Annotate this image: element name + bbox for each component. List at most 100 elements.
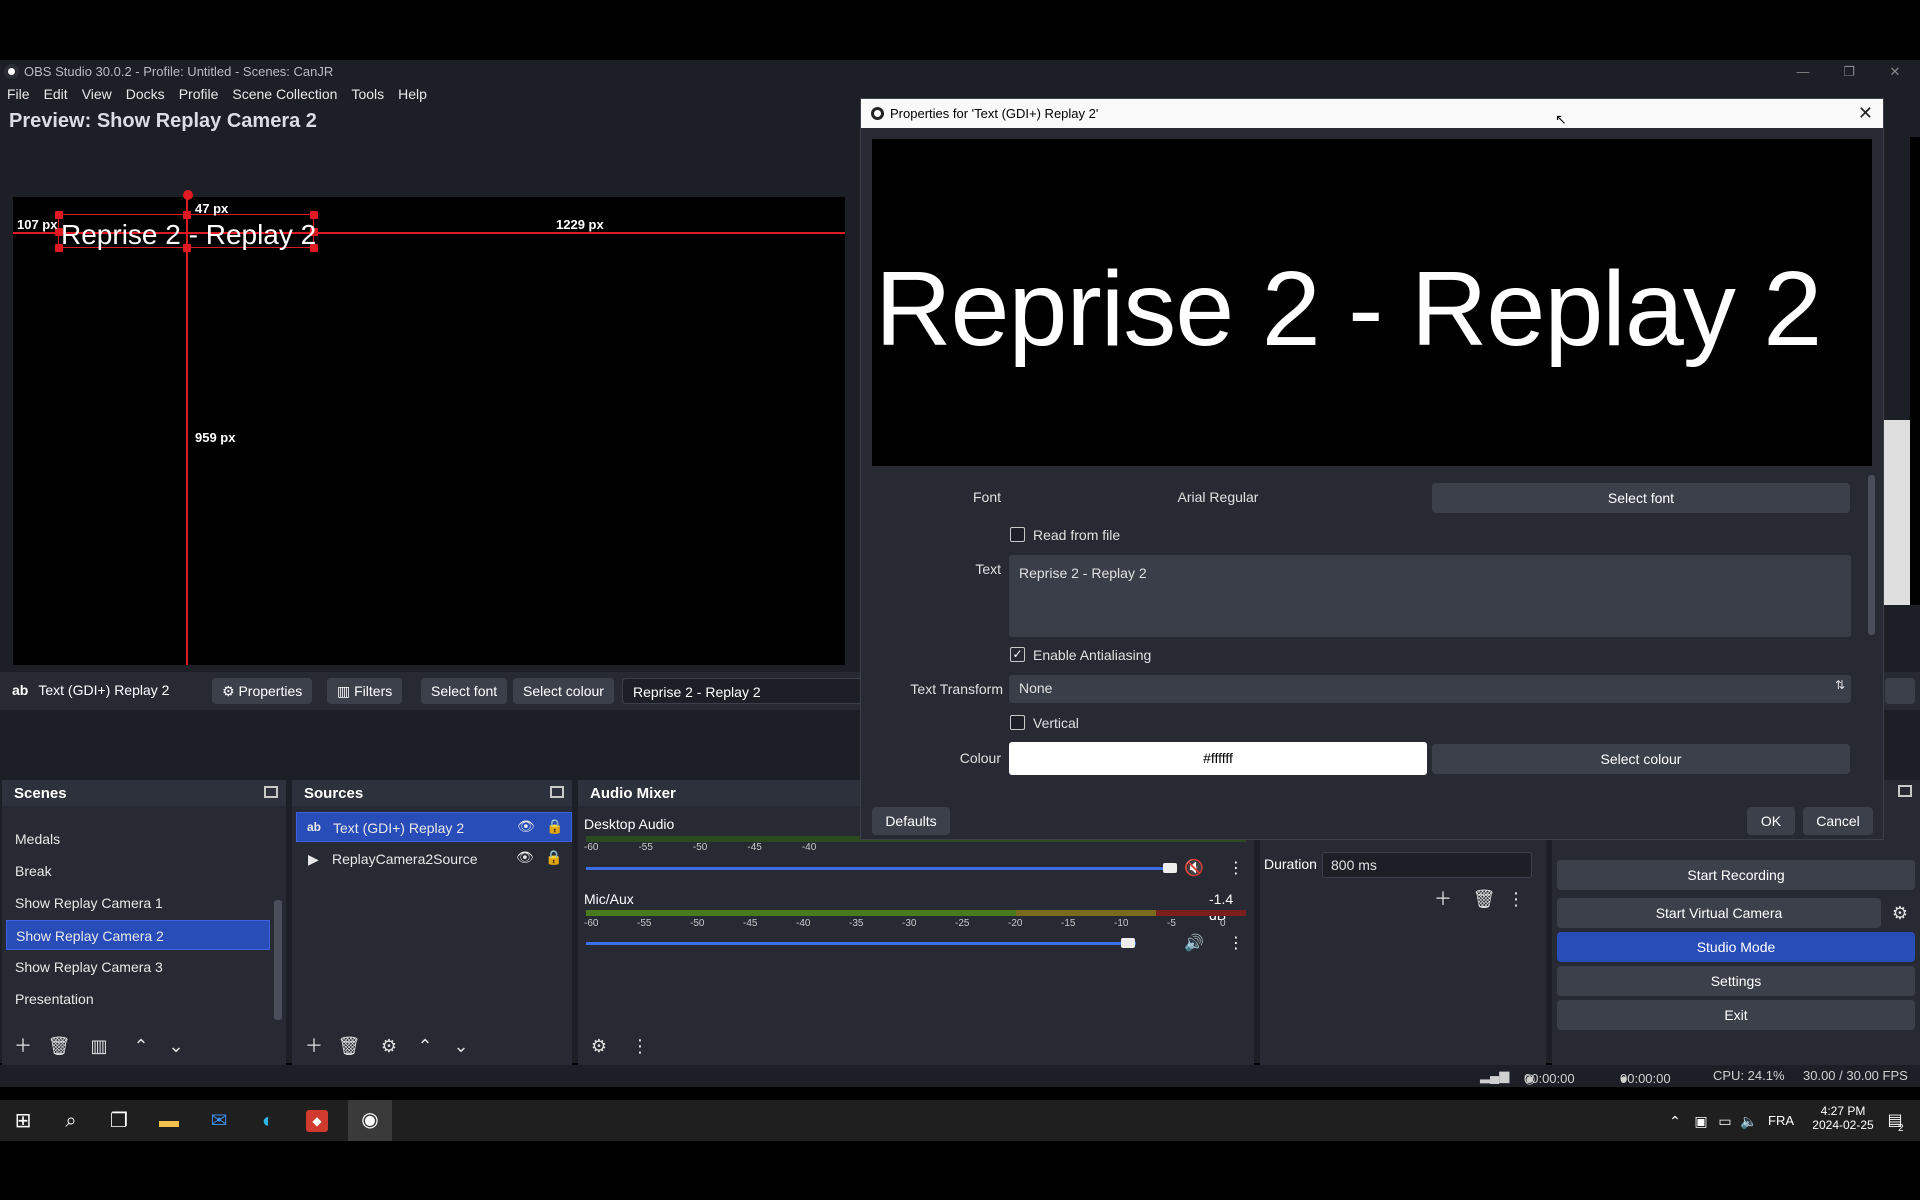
lock-icon[interactable]: 🔒 [545,849,562,866]
move-scene-down-button[interactable]: ⌄ [163,1033,189,1059]
ok-button[interactable]: OK [1747,807,1795,835]
search-icon[interactable]: ⌕ [56,1106,86,1136]
source-item[interactable]: ▶ ReplayCamera2Source 👁 🔒 [296,844,572,874]
move-scene-up-button[interactable]: ⌃ [128,1033,154,1059]
remove-transition-button[interactable]: 🗑 [1471,886,1497,912]
close-icon[interactable]: ✕ [1858,103,1873,124]
remove-source-button[interactable]: 🗑 [336,1033,362,1059]
mic-aux-volume-slider[interactable] [586,942,1136,945]
scene-item[interactable]: Show Replay Camera 3 [6,952,270,982]
resize-handle-t[interactable] [183,211,191,219]
resize-handle-tr[interactable] [310,211,318,219]
rotation-handle[interactable] [183,190,193,200]
dialog-scrollbar[interactable] [1868,475,1875,635]
filters-button[interactable]: ▥ Filters [327,678,403,704]
exit-button[interactable]: Exit [1557,1000,1915,1030]
scene-item-selected[interactable]: Show Replay Camera 2 [6,920,270,950]
task-view-icon[interactable]: ❐ [104,1106,134,1136]
chevron-down-icon: ⌄ [453,1036,469,1056]
scene-item[interactable]: Presentation [6,984,270,1014]
undock-icon[interactable] [1898,785,1912,797]
read-from-file-checkbox[interactable] [1010,527,1025,542]
dialog-titlebar[interactable]: Properties for 'Text (GDI+) Replay 2' ✕ … [861,99,1883,128]
notifications-icon[interactable]: ▤ [1880,1106,1910,1136]
remove-scene-button[interactable]: 🗑 [46,1033,72,1059]
toolbar-select-font-button[interactable]: Select font [421,678,508,704]
toolbar-text-field[interactable]: Reprise 2 - Replay 2 [622,678,862,704]
audio-menu-button[interactable]: ⋮ [627,1033,653,1059]
tick-label: -50 [690,918,705,929]
source-properties-button[interactable]: ⚙ [376,1033,402,1059]
duration-spinbox[interactable]: 800 ms [1322,852,1532,878]
start-virtual-camera-button[interactable]: Start Virtual Camera [1557,898,1881,928]
menu-file[interactable]: File [0,83,37,105]
menu-edit[interactable]: Edit [37,83,75,105]
menu-docks[interactable]: Docks [119,83,172,105]
studio-mode-button[interactable]: Studio Mode [1557,932,1915,962]
lock-icon[interactable]: 🔒 [546,818,563,835]
select-font-button[interactable]: Select font [1432,483,1850,513]
plus-icon: ＋ [1434,889,1452,909]
toolbar-select-colour-button[interactable]: Select colour [513,678,614,704]
desktop-audio-volume-knob[interactable] [1163,863,1177,873]
source-item-selected[interactable]: ab Text (GDI+) Replay 2 👁 🔒 [296,812,572,842]
settings-button[interactable]: Settings [1557,966,1915,996]
text-transform-select[interactable]: None ⇅ [1009,675,1851,703]
eye-icon[interactable]: 👁 [517,818,535,835]
transition-menu-button[interactable]: ⋮ [1503,886,1529,912]
maximize-button[interactable]: ❐ [1826,60,1872,83]
kebab-menu-icon[interactable]: ⋮ [1228,933,1244,953]
defaults-button[interactable]: Defaults [872,807,950,835]
scenes-scrollbar[interactable] [274,900,282,1020]
properties-button[interactable]: ⚙ Properties [212,678,313,704]
audio-advanced-button[interactable]: ⚙ [586,1033,612,1059]
move-source-down-button[interactable]: ⌄ [448,1033,474,1059]
vertical-checkbox[interactable] [1010,715,1025,730]
scene-filters-button[interactable]: ▥ [86,1033,112,1059]
file-explorer-icon[interactable]: ▬ [154,1106,184,1136]
tick-label: -60 [584,842,599,853]
menu-help[interactable]: Help [391,83,434,105]
menu-view[interactable]: View [75,83,119,105]
cancel-button[interactable]: Cancel [1803,807,1873,835]
app-red-icon[interactable]: ◆ [306,1110,328,1132]
menu-scene-collection[interactable]: Scene Collection [225,83,344,105]
desktop-audio-volume-slider[interactable] [586,867,1176,870]
language-indicator[interactable]: FRA [1768,1113,1794,1128]
scenes-dock-header: Scenes [2,780,286,806]
undock-icon[interactable] [550,786,564,798]
speaker-icon[interactable]: 🔊 [1184,933,1204,953]
preview-canvas[interactable]: Reprise 2 - Replay 2 107 px 47 px 1229 p… [13,190,845,665]
mouse-cursor-icon: ↖ [1555,111,1567,127]
volume-icon[interactable]: 🔈 [1734,1106,1764,1136]
mic-aux-label: Mic/Aux [584,891,634,907]
mail-icon[interactable]: ✉ [204,1106,234,1136]
clock[interactable]: 4:27 PM 2024-02-25 [1808,1104,1878,1132]
undock-icon[interactable] [264,786,278,798]
add-transition-button[interactable]: ＋ [1430,886,1456,912]
move-source-up-button[interactable]: ⌃ [412,1033,438,1059]
edge-icon[interactable]: ◐ [253,1106,283,1136]
start-recording-button[interactable]: Start Recording [1557,860,1915,890]
select-colour-button[interactable]: Select colour [1432,744,1850,774]
add-source-button[interactable]: ＋ [301,1033,327,1059]
toolbar-overflow[interactable] [1885,678,1915,704]
trash-icon: 🗑 [1472,889,1496,909]
windows-start-icon[interactable]: ⊞ [8,1106,38,1136]
mic-aux-volume-knob[interactable] [1121,938,1135,948]
virtual-camera-settings-button[interactable]: ⚙ [1887,900,1913,926]
menu-profile[interactable]: Profile [172,83,226,105]
menu-tools[interactable]: Tools [344,83,391,105]
add-scene-button[interactable]: ＋ [10,1033,36,1059]
text-input-area[interactable]: Reprise 2 - Replay 2 [1009,555,1851,637]
scene-item[interactable]: Medals [6,824,270,854]
scene-item[interactable]: Show Replay Camera 1 [6,888,270,918]
scene-item[interactable]: Break [6,856,270,886]
muted-speaker-icon[interactable]: 🔇 [1184,858,1204,878]
kebab-menu-icon[interactable]: ⋮ [1228,858,1244,878]
minimize-button[interactable]: — [1780,60,1826,83]
eye-icon[interactable]: 👁 [516,849,534,866]
close-button[interactable]: ✕ [1872,60,1918,83]
obs-taskbar-icon[interactable]: ◉ [348,1100,392,1141]
antialiasing-checkbox[interactable]: ✓ [1010,647,1025,662]
